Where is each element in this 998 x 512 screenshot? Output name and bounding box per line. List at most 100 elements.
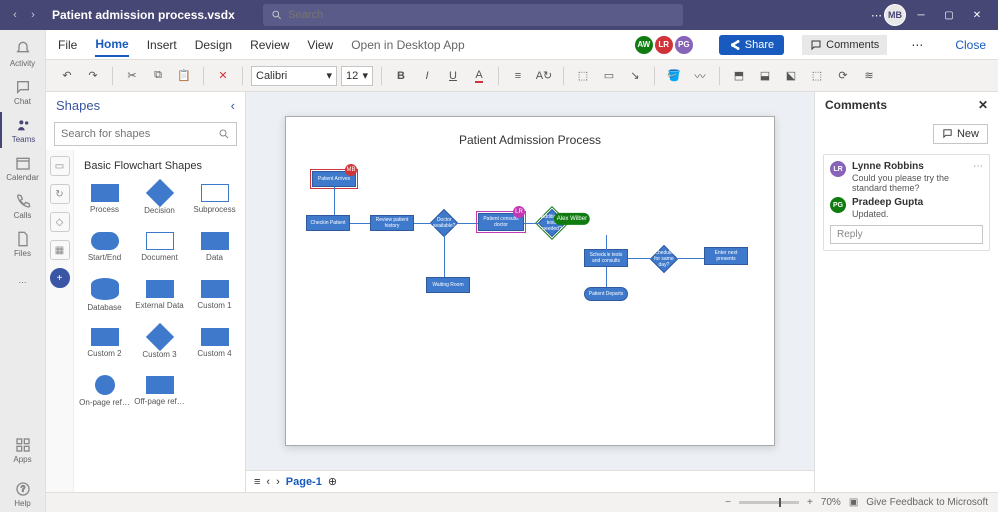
shape-decision[interactable]: Decision <box>133 176 186 222</box>
tab-view[interactable]: View <box>307 34 333 56</box>
close-button[interactable]: Close <box>955 38 986 52</box>
node-waiting[interactable]: Waiting Room <box>426 277 470 293</box>
zoom-in-button[interactable]: + <box>807 497 813 508</box>
rail-teams[interactable]: Teams <box>0 112 46 148</box>
new-comment-button[interactable]: New <box>933 124 988 144</box>
arrange-button[interactable]: ⬒ <box>728 65 750 87</box>
group-button[interactable]: ⬚ <box>806 65 828 87</box>
zoom-slider[interactable] <box>739 501 799 504</box>
stencil-basic[interactable]: ▭ <box>50 156 70 176</box>
reply-input[interactable]: Reply <box>830 225 983 244</box>
ribbon-more-button[interactable]: ⋯ <box>905 34 929 56</box>
tab-insert[interactable]: Insert <box>147 34 177 56</box>
stencil-arrow[interactable]: ↻ <box>50 184 70 204</box>
align-button[interactable]: ≡ <box>507 65 529 87</box>
shape-custom-4[interactable]: Custom 4 <box>188 320 241 366</box>
diagram-page[interactable]: Patient Admission Process Patient Arrive… <box>285 116 775 446</box>
shapes-search[interactable] <box>54 122 237 146</box>
node-patient-arrives[interactable]: Patient ArrivesMB <box>312 171 356 187</box>
tab-design[interactable]: Design <box>195 34 232 56</box>
maximize-button[interactable]: ▢ <box>936 5 962 25</box>
shape-custom-3[interactable]: Custom 3 <box>133 320 186 366</box>
rotate-button[interactable]: ⟳ <box>832 65 854 87</box>
page-tab[interactable]: Page-1 <box>286 476 322 488</box>
node-doctor-available[interactable]: Doctor available? <box>430 209 458 237</box>
copy-button[interactable]: ⧉ <box>147 65 169 87</box>
layers-button[interactable]: ≋ <box>858 65 880 87</box>
position-button[interactable]: ⬕ <box>780 65 802 87</box>
shape-custom-1[interactable]: Custom 1 <box>188 272 241 318</box>
open-desktop-button[interactable]: Open in Desktop App <box>351 34 464 56</box>
rail-more[interactable]: ⋯ <box>0 264 46 300</box>
shape-external-data[interactable]: External Data <box>133 272 186 318</box>
add-page-button[interactable]: ⊕ <box>328 475 337 488</box>
node-checkin[interactable]: Checkin Patient <box>306 215 350 231</box>
undo-button[interactable]: ↶ <box>56 65 78 87</box>
align-shapes-button[interactable]: ⬓ <box>754 65 776 87</box>
bold-button[interactable]: B <box>390 65 412 87</box>
stencil-4[interactable]: ▦ <box>50 240 70 260</box>
presence-lr[interactable]: LR <box>655 36 673 54</box>
shape-database[interactable]: Database <box>78 272 131 318</box>
search-input[interactable] <box>288 9 675 21</box>
tab-file[interactable]: File <box>58 34 77 56</box>
shape-off-page-ref-[interactable]: Off-page ref… <box>133 368 186 414</box>
next-page-button[interactable]: › <box>276 476 280 488</box>
pages-menu-button[interactable]: ≡ <box>254 476 260 488</box>
comments-close-button[interactable]: ✕ <box>978 98 988 112</box>
rail-files[interactable]: Files <box>0 226 46 262</box>
shape-process[interactable]: Process <box>78 176 131 222</box>
more-icon[interactable]: ⋯ <box>871 9 882 22</box>
tab-review[interactable]: Review <box>250 34 289 56</box>
line-button[interactable]: 〰 <box>689 65 711 87</box>
shape-custom-2[interactable]: Custom 2 <box>78 320 131 366</box>
shape-start-end[interactable]: Start/End <box>78 224 131 270</box>
feedback-link[interactable]: Give Feedback to Microsoft <box>866 497 988 508</box>
redo-button[interactable]: ↷ <box>82 65 104 87</box>
collapse-shapes-button[interactable]: ‹ <box>231 98 235 113</box>
search-box[interactable] <box>263 4 683 26</box>
rail-help[interactable]: ?Help <box>0 476 46 512</box>
node-departs[interactable]: Patient Departs <box>584 287 628 301</box>
prev-page-button[interactable]: ‹ <box>266 476 270 488</box>
presence-aw[interactable]: AW <box>635 36 653 54</box>
thread-more-button[interactable]: ⋯ <box>973 161 983 172</box>
font-size-select[interactable]: 12▾ <box>341 66 373 86</box>
shape-subprocess[interactable]: Subprocess <box>188 176 241 222</box>
font-select[interactable]: Calibri▾ <box>251 66 337 86</box>
text-rotate-button[interactable]: A↻ <box>533 65 555 87</box>
font-color-button[interactable]: A <box>468 65 490 87</box>
shape-tool-button[interactable]: ▭ <box>598 65 620 87</box>
comments-button[interactable]: Comments <box>802 35 887 55</box>
rail-calendar[interactable]: Calendar <box>0 150 46 186</box>
presence-pg[interactable]: PG <box>675 36 693 54</box>
rail-calls[interactable]: Calls <box>0 188 46 224</box>
shape-data[interactable]: Data <box>188 224 241 270</box>
shape-document[interactable]: Document <box>133 224 186 270</box>
shapes-search-input[interactable] <box>61 128 218 140</box>
underline-button[interactable]: U <box>442 65 464 87</box>
fill-button[interactable]: 🪣 <box>663 65 685 87</box>
node-add-tests[interactable]: Additional tests needed?Alex Wilber <box>538 209 566 237</box>
rail-apps[interactable]: Apps <box>0 432 46 468</box>
node-enter-next[interactable]: Enter next presents <box>704 247 748 265</box>
back-button[interactable]: ‹ <box>8 8 22 22</box>
node-review[interactable]: Review patient history <box>370 215 414 231</box>
comment-thread[interactable]: ⋯ LR Lynne Robbins Could you please try … <box>823 154 990 251</box>
paste-button[interactable]: 📋 <box>173 65 195 87</box>
cut-button[interactable]: ✂ <box>121 65 143 87</box>
rail-chat[interactable]: Chat <box>0 74 46 110</box>
forward-button[interactable]: › <box>26 8 40 22</box>
zoom-out-button[interactable]: − <box>725 497 731 508</box>
stencil-add[interactable]: + <box>50 268 70 288</box>
stencil-3[interactable]: ◇ <box>50 212 70 232</box>
minimize-button[interactable]: ─ <box>908 5 934 25</box>
rail-activity[interactable]: Activity <box>0 36 46 72</box>
italic-button[interactable]: I <box>416 65 438 87</box>
connector-button[interactable]: ↘ <box>624 65 646 87</box>
delete-button[interactable]: ✕ <box>212 65 234 87</box>
text-block-button[interactable]: ⬚ <box>572 65 594 87</box>
tab-home[interactable]: Home <box>95 33 128 57</box>
shape-on-page-ref-[interactable]: On-page ref… <box>78 368 131 414</box>
fit-page-button[interactable]: ▣ <box>849 497 858 508</box>
